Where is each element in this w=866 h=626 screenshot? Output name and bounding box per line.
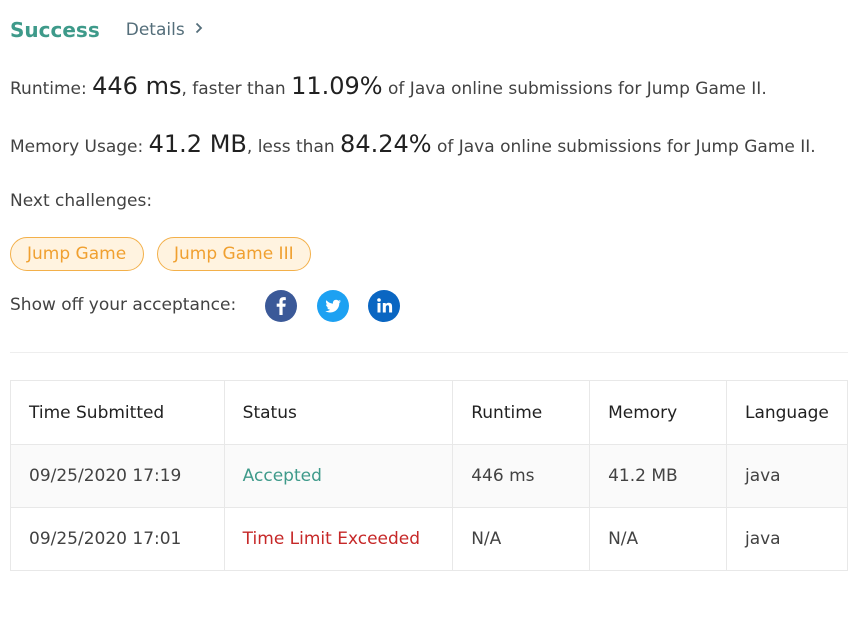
- header-time-submitted[interactable]: Time Submitted: [10, 380, 225, 445]
- linkedin-icon[interactable]: [368, 290, 400, 322]
- memory-label: Memory Usage:: [10, 137, 149, 157]
- cell-time-submitted: 09/25/2020 17:19: [10, 444, 225, 508]
- facebook-icon[interactable]: [265, 290, 297, 322]
- status-link-accepted[interactable]: Accepted: [243, 466, 322, 486]
- memory-percent: 84.24%: [340, 130, 432, 158]
- challenge-chip-jump-game-iii[interactable]: Jump Game III: [157, 237, 311, 271]
- result-status-title: Success: [10, 18, 100, 42]
- section-divider: [10, 352, 848, 353]
- cell-runtime: 446 ms: [452, 444, 591, 508]
- header-memory[interactable]: Memory: [589, 380, 727, 445]
- runtime-suffix: of Java online submissions for Jump Game…: [382, 79, 767, 99]
- cell-language: java: [725, 507, 849, 571]
- memory-suffix: of Java online submissions for Jump Game…: [431, 137, 816, 157]
- header-runtime[interactable]: Runtime: [452, 380, 591, 445]
- cell-memory: 41.2 MB: [589, 444, 727, 508]
- cell-runtime: N/A: [452, 507, 591, 571]
- cell-status: Accepted: [223, 444, 454, 508]
- header-language[interactable]: Language: [725, 380, 849, 445]
- runtime-value: 446 ms: [92, 72, 182, 100]
- header-status[interactable]: Status: [223, 380, 454, 445]
- next-challenges-label: Next challenges:: [10, 191, 153, 211]
- table-row: 09/25/2020 17:19 Accepted 446 ms 41.2 MB…: [10, 444, 849, 508]
- table-header-row: Time Submitted Status Runtime Memory Lan…: [10, 380, 849, 445]
- cell-time-submitted: 09/25/2020 17:01: [10, 507, 225, 571]
- runtime-summary: Runtime: 446 ms, faster than 11.09% of J…: [10, 72, 767, 100]
- memory-middle-text: , less than: [246, 137, 341, 157]
- cell-language: java: [725, 444, 849, 508]
- memory-summary: Memory Usage: 41.2 MB, less than 84.24% …: [10, 130, 816, 158]
- chevron-right-icon: [195, 22, 203, 38]
- runtime-percent: 11.09%: [291, 72, 383, 100]
- twitter-icon[interactable]: [317, 290, 349, 322]
- table-row: 09/25/2020 17:01 Time Limit Exceeded N/A…: [10, 507, 849, 571]
- details-link[interactable]: Details: [126, 20, 203, 40]
- runtime-label: Runtime:: [10, 79, 93, 99]
- details-label: Details: [125, 20, 185, 40]
- submissions-table: Time Submitted Status Runtime Memory Lan…: [10, 380, 849, 571]
- result-header: Success Details: [10, 15, 203, 45]
- challenge-chip-jump-game[interactable]: Jump Game: [10, 237, 144, 271]
- share-label: Show off your acceptance:: [10, 295, 237, 315]
- status-link-time-limit-exceeded[interactable]: Time Limit Exceeded: [243, 529, 420, 549]
- memory-value: 41.2 MB: [148, 130, 247, 158]
- cell-memory: N/A: [589, 507, 727, 571]
- runtime-middle-text: , faster than: [181, 79, 292, 99]
- cell-status: Time Limit Exceeded: [223, 507, 454, 571]
